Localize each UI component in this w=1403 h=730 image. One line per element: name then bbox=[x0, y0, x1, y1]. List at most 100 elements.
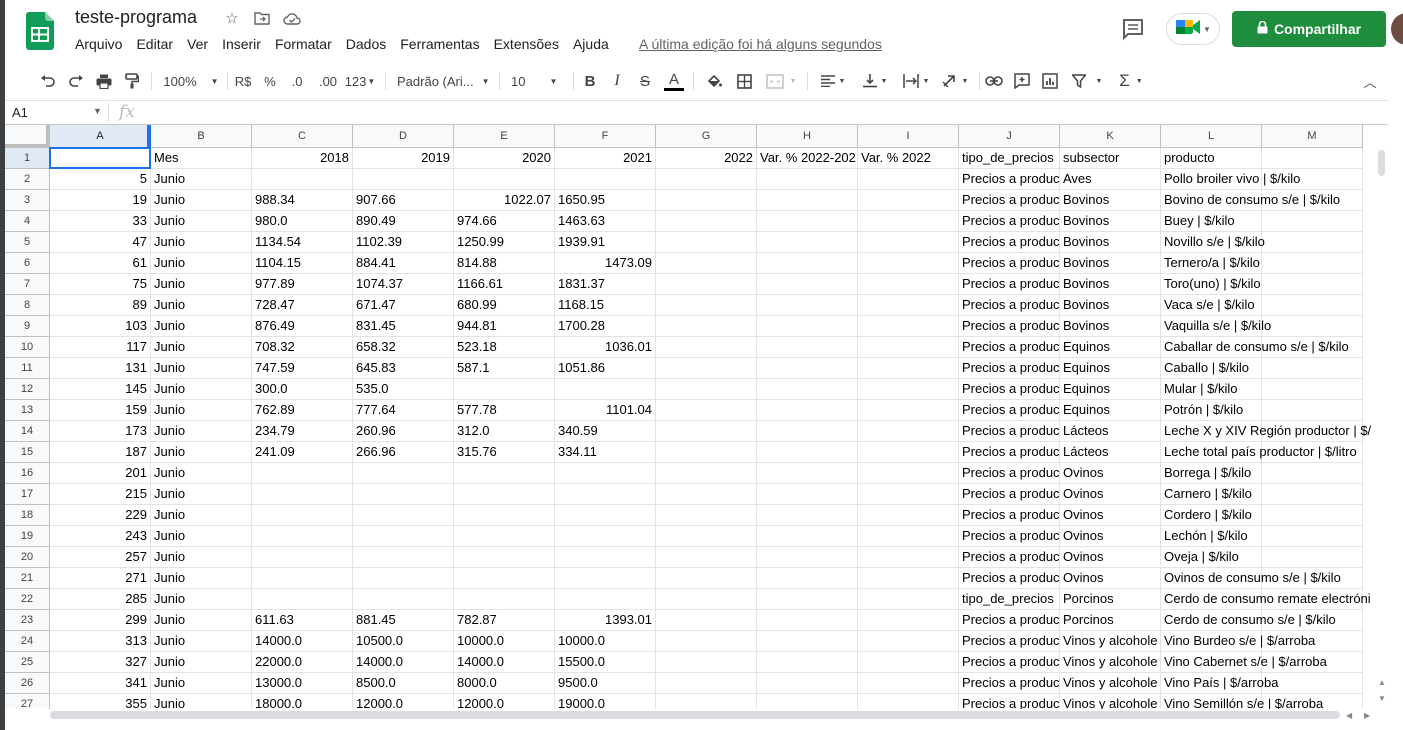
cell-k7[interactable]: Bovinos bbox=[1060, 274, 1161, 295]
cell-d4[interactable]: 890.49 bbox=[353, 211, 454, 232]
cell-e18[interactable] bbox=[454, 505, 555, 526]
cell-j13[interactable]: Precios a produc bbox=[959, 400, 1060, 421]
cell-d9[interactable]: 831.45 bbox=[353, 316, 454, 337]
cell-g11[interactable] bbox=[656, 358, 757, 379]
cell-l8[interactable]: Vaca s/e | $/kilo bbox=[1161, 295, 1262, 316]
row-header-12[interactable]: 12 bbox=[5, 379, 50, 400]
cell-e13[interactable]: 577.78 bbox=[454, 400, 555, 421]
redo-icon[interactable] bbox=[65, 66, 87, 96]
cell-g21[interactable] bbox=[656, 568, 757, 589]
cell-i8[interactable] bbox=[858, 295, 959, 316]
vertical-scrollbar[interactable]: ▲ ▼ bbox=[1376, 148, 1388, 708]
cell-b12[interactable]: Junio bbox=[151, 379, 252, 400]
horizontal-align-icon[interactable]: ▼ bbox=[815, 66, 851, 96]
cell-c17[interactable] bbox=[252, 484, 353, 505]
column-header-l[interactable]: L bbox=[1161, 125, 1262, 148]
cell-b14[interactable]: Junio bbox=[151, 421, 252, 442]
row-header-27[interactable]: 27 bbox=[5, 694, 50, 709]
cell-h11[interactable] bbox=[757, 358, 858, 379]
cell-k22[interactable]: Porcinos bbox=[1060, 589, 1161, 610]
menu-ferramentas[interactable]: Ferramentas bbox=[400, 36, 479, 56]
cell-i26[interactable] bbox=[858, 673, 959, 694]
cell-i22[interactable] bbox=[858, 589, 959, 610]
cell-m6[interactable] bbox=[1262, 253, 1363, 274]
cell-d8[interactable]: 671.47 bbox=[353, 295, 454, 316]
functions-icon[interactable]: Σ ▼ bbox=[1113, 66, 1149, 96]
row-header-15[interactable]: 15 bbox=[5, 442, 50, 463]
cell-c6[interactable]: 1104.15 bbox=[252, 253, 353, 274]
cell-e7[interactable]: 1166.61 bbox=[454, 274, 555, 295]
cell-k3[interactable]: Bovinos bbox=[1060, 190, 1161, 211]
cell-j10[interactable]: Precios a produc bbox=[959, 337, 1060, 358]
cell-c22[interactable] bbox=[252, 589, 353, 610]
cell-c10[interactable]: 708.32 bbox=[252, 337, 353, 358]
menu-dados[interactable]: Dados bbox=[346, 36, 386, 56]
strikethrough-button[interactable]: S bbox=[635, 66, 655, 96]
row-header-11[interactable]: 11 bbox=[5, 358, 50, 379]
cell-l25[interactable]: Vino Cabernet s/e | $/arroba bbox=[1161, 652, 1327, 673]
cell-f12[interactable] bbox=[555, 379, 656, 400]
cell-l19[interactable]: Lechón | $/kilo bbox=[1161, 526, 1262, 547]
cell-b9[interactable]: Junio bbox=[151, 316, 252, 337]
row-header-2[interactable]: 2 bbox=[5, 169, 50, 190]
horizontal-scroll-thumb[interactable] bbox=[50, 711, 1340, 719]
cell-b16[interactable]: Junio bbox=[151, 463, 252, 484]
horizontal-scrollbar[interactable]: ◀ ▶ bbox=[50, 709, 1376, 721]
cell-a21[interactable]: 271 bbox=[50, 568, 151, 589]
cell-g26[interactable] bbox=[656, 673, 757, 694]
cell-k23[interactable]: Porcinos bbox=[1060, 610, 1161, 631]
cell-e8[interactable]: 680.99 bbox=[454, 295, 555, 316]
cell-i1[interactable]: Var. % 2022 bbox=[858, 148, 959, 169]
cell-b27[interactable]: Junio bbox=[151, 694, 252, 709]
cell-l13[interactable]: Potrón | $/kilo bbox=[1161, 400, 1262, 421]
cell-d2[interactable] bbox=[353, 169, 454, 190]
comment-history-icon[interactable] bbox=[1120, 16, 1146, 42]
cell-h8[interactable] bbox=[757, 295, 858, 316]
cell-k16[interactable]: Ovinos bbox=[1060, 463, 1161, 484]
cell-d13[interactable]: 777.64 bbox=[353, 400, 454, 421]
cell-i17[interactable] bbox=[858, 484, 959, 505]
cell-h2[interactable] bbox=[757, 169, 858, 190]
row-header-26[interactable]: 26 bbox=[5, 673, 50, 694]
cell-i2[interactable] bbox=[858, 169, 959, 190]
cell-h1[interactable]: Var. % 2022-202 bbox=[757, 148, 858, 169]
column-header-d[interactable]: D bbox=[353, 125, 454, 148]
cell-c4[interactable]: 980.0 bbox=[252, 211, 353, 232]
cell-a24[interactable]: 313 bbox=[50, 631, 151, 652]
column-header-f[interactable]: F bbox=[555, 125, 656, 148]
cell-j17[interactable]: Precios a produc bbox=[959, 484, 1060, 505]
cell-f24[interactable]: 10000.0 bbox=[555, 631, 656, 652]
cell-a3[interactable]: 19 bbox=[50, 190, 151, 211]
cell-l23[interactable]: Cerdo de consumo s/e | $/kilo bbox=[1161, 610, 1336, 631]
cell-b8[interactable]: Junio bbox=[151, 295, 252, 316]
row-header-19[interactable]: 19 bbox=[5, 526, 50, 547]
cell-k26[interactable]: Vinos y alcohole bbox=[1060, 673, 1161, 694]
cell-h4[interactable] bbox=[757, 211, 858, 232]
cell-a12[interactable]: 145 bbox=[50, 379, 151, 400]
vertical-align-icon[interactable]: ▼ bbox=[857, 66, 893, 96]
cell-f21[interactable] bbox=[555, 568, 656, 589]
cell-g20[interactable] bbox=[656, 547, 757, 568]
cell-b10[interactable]: Junio bbox=[151, 337, 252, 358]
cell-g23[interactable] bbox=[656, 610, 757, 631]
row-header-18[interactable]: 18 bbox=[5, 505, 50, 526]
cell-c2[interactable] bbox=[252, 169, 353, 190]
cell-e2[interactable] bbox=[454, 169, 555, 190]
cell-d21[interactable] bbox=[353, 568, 454, 589]
cell-b5[interactable]: Junio bbox=[151, 232, 252, 253]
italic-button[interactable]: I bbox=[607, 66, 627, 96]
cell-f2[interactable] bbox=[555, 169, 656, 190]
column-header-j[interactable]: J bbox=[959, 125, 1060, 148]
cell-g2[interactable] bbox=[656, 169, 757, 190]
filter-icon[interactable]: ▼ bbox=[1067, 66, 1107, 96]
cell-j6[interactable]: Precios a produc bbox=[959, 253, 1060, 274]
cell-j21[interactable]: Precios a produc bbox=[959, 568, 1060, 589]
cell-k2[interactable]: Aves bbox=[1060, 169, 1161, 190]
cell-d23[interactable]: 881.45 bbox=[353, 610, 454, 631]
cell-j15[interactable]: Precios a produc bbox=[959, 442, 1060, 463]
cell-b7[interactable]: Junio bbox=[151, 274, 252, 295]
cell-i7[interactable] bbox=[858, 274, 959, 295]
cell-c12[interactable]: 300.0 bbox=[252, 379, 353, 400]
column-header-c[interactable]: C bbox=[252, 125, 353, 148]
cell-b24[interactable]: Junio bbox=[151, 631, 252, 652]
